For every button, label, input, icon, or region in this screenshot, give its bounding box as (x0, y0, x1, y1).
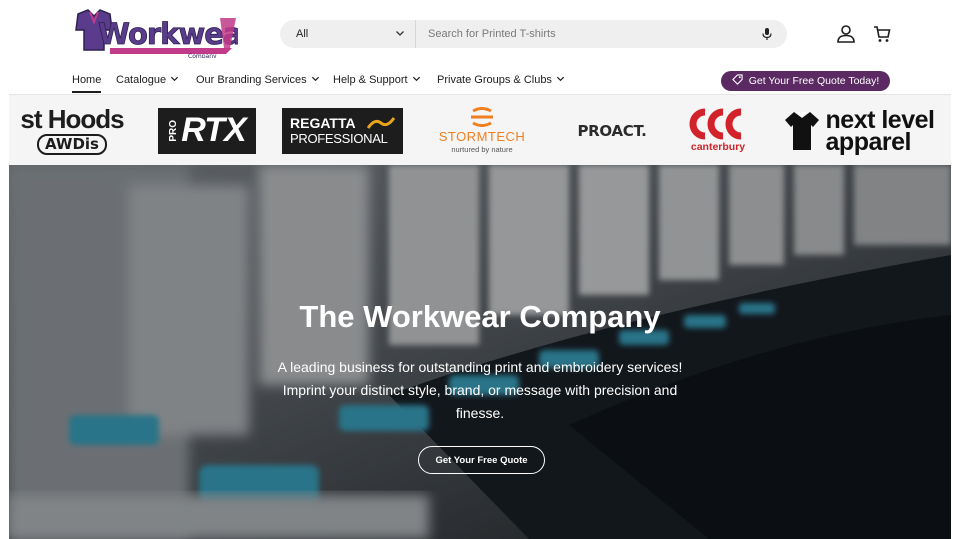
apparel-text: apparel (825, 127, 912, 156)
nav-item-label: Help & Support (333, 74, 408, 86)
nav-item-home[interactable]: Home (72, 72, 102, 93)
hero-title: The Workwear Company (299, 299, 661, 334)
stormtech-tagline: nurtured by nature (451, 145, 513, 154)
stormtech-text: STORMTECH (438, 129, 526, 144)
brand-logo-canterbury[interactable]: canterbury (682, 95, 754, 165)
user-icon[interactable] (834, 22, 858, 46)
logo-wordmark: Workwear (98, 17, 238, 51)
regatta-wave-icon (367, 116, 395, 129)
nav-item-label: Private Groups & Clubs (437, 74, 552, 86)
awdis-text: AWDis (36, 134, 107, 155)
nav-item-catalogue[interactable]: Catalogue (116, 72, 179, 88)
chevron-down-icon (412, 74, 421, 86)
chevron-down-icon (311, 74, 320, 86)
nav-item-label: Home (72, 74, 102, 86)
free-quote-button[interactable]: Get Your Free Quote Today! (721, 71, 890, 91)
proact-text: PROACT. (577, 121, 647, 140)
brand-logo-next-level[interactable]: next level apparel (775, 95, 943, 165)
nav-item-private-groups[interactable]: Private Groups & Clubs (437, 72, 565, 88)
regatta-professional-text: PROFESSIONAL (290, 130, 388, 146)
main-nav: Home Catalogue Our Branding Services Hel… (0, 68, 960, 94)
hero-subtitle: A leading business for outstanding print… (277, 359, 683, 421)
brand-logo-regatta[interactable]: REGATTA PROFESSIONAL (282, 95, 403, 165)
cart-icon[interactable] (870, 22, 894, 46)
search-bar: All (280, 20, 787, 48)
chevron-down-icon (395, 28, 405, 41)
site-header: Workwear Company All (0, 0, 960, 68)
prortx-pro-text: PRO (168, 119, 180, 142)
chevron-down-icon (170, 74, 179, 86)
hero-quote-button[interactable]: Get Your Free Quote (418, 446, 545, 474)
microphone-icon[interactable] (747, 20, 787, 48)
canterbury-text: canterbury (690, 141, 746, 153)
search-category-select[interactable]: All (280, 20, 416, 48)
nav-item-label: Catalogue (116, 74, 167, 86)
search-category-label: All (296, 28, 309, 40)
brand-logo-just-hoods[interactable]: st Hoods AWDis (9, 95, 135, 165)
hero-overlay (9, 165, 951, 539)
prortx-rtx-text: RTX (181, 111, 246, 149)
shirt-icon (784, 111, 819, 150)
nav-item-help-support[interactable]: Help & Support (333, 72, 421, 88)
logo-subtext: Company (188, 53, 217, 58)
brand-logo-stormtech[interactable]: STORMTECH nurtured by nature (427, 95, 537, 165)
nav-item-branding-services[interactable]: Our Branding Services (196, 72, 320, 88)
brand-logo-carousel: st Hoods AWDis PRO RTX REGATTA PROFESSIO… (9, 94, 951, 165)
tag-icon (731, 74, 743, 88)
chevron-down-icon (556, 74, 565, 86)
search-input[interactable] (416, 20, 747, 48)
brand-logo-proact[interactable]: PROACT. (569, 95, 655, 165)
logo-graphic: Workwear Company (75, 9, 238, 58)
canterbury-ccc-icon (689, 108, 742, 140)
free-quote-label: Get Your Free Quote Today! (748, 75, 880, 87)
just-hoods-text: st Hoods (20, 104, 124, 134)
nav-item-label: Our Branding Services (196, 74, 307, 86)
stormtech-symbol-icon (471, 107, 493, 127)
hero-banner: The Workwear Company A leading business … (9, 165, 951, 539)
brand-logo-prortx[interactable]: PRO RTX (158, 95, 256, 165)
workwear-company-logo[interactable]: Workwear Company (70, 8, 238, 58)
